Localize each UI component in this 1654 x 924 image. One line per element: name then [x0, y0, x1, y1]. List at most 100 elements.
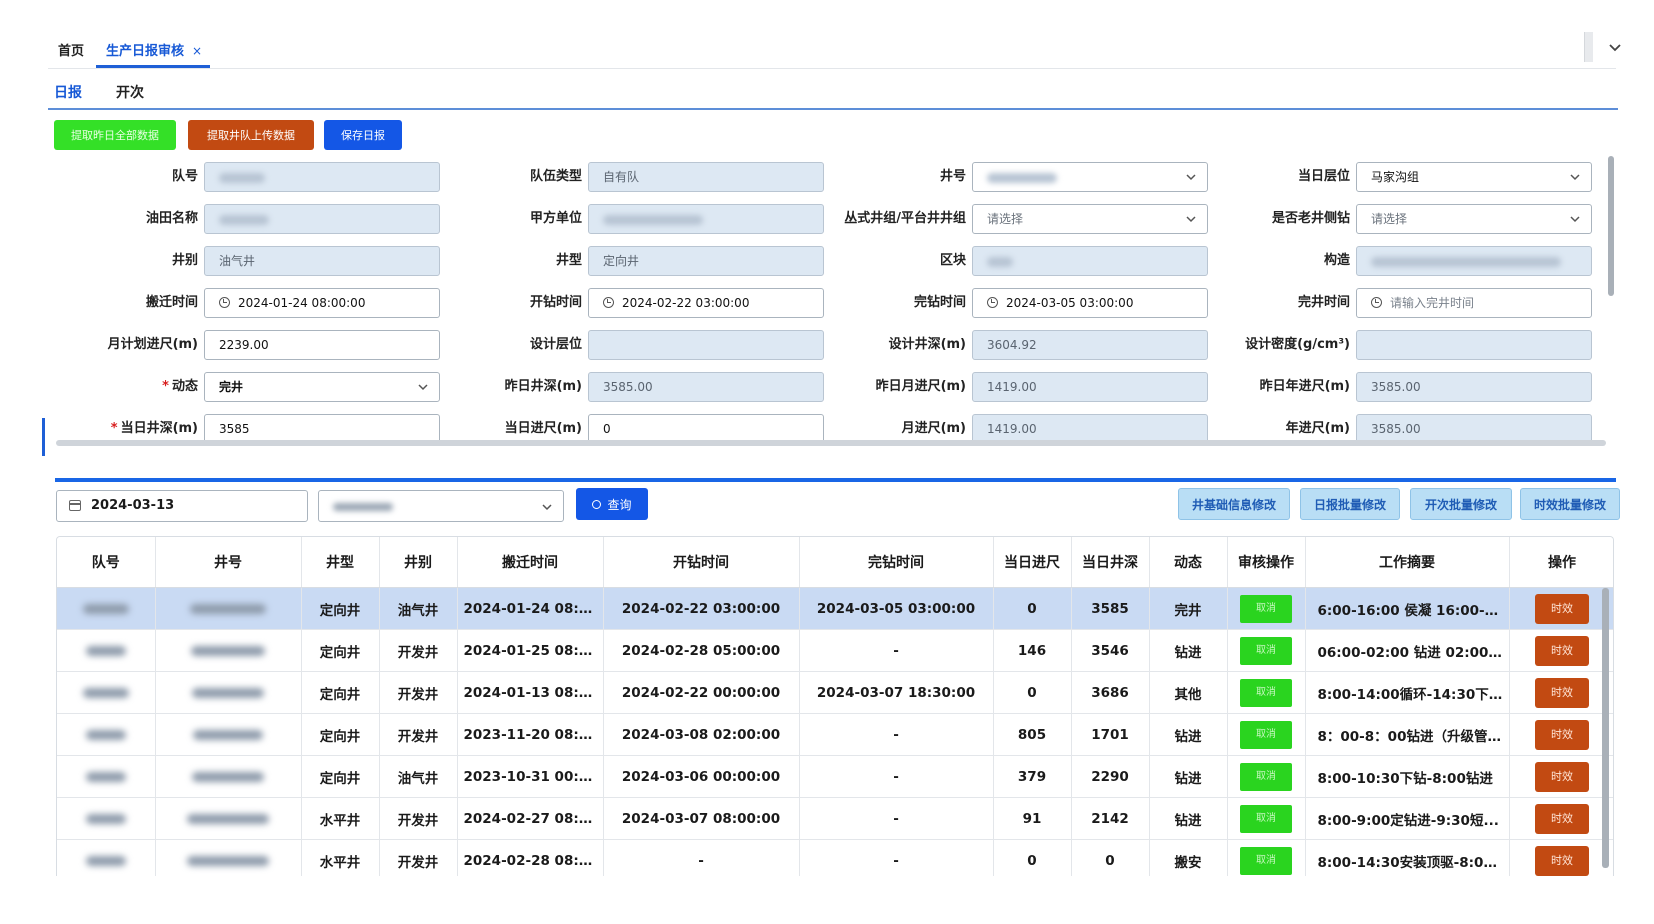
well-type-cell: 定向井 — [301, 587, 380, 630]
spud-time-label: 开钻时间 — [529, 295, 582, 310]
top-tab-bar: 首页 生产日报审核 × — [48, 28, 1621, 69]
save-report-button[interactable]: 保存日报 — [324, 120, 402, 150]
form-horizontal-scrollbar[interactable] — [56, 440, 1606, 446]
design-depth-field: 3604.92 — [972, 330, 1208, 360]
column-header: 工作摘要 — [1305, 537, 1510, 588]
table-row[interactable]: 水平井 开发井 2024-02-27 08:0... 2024-03-07 08… — [57, 797, 1613, 840]
cluster-group-label: 丛式井组/平台井井组 — [844, 211, 966, 226]
tab-bar-divider — [1584, 32, 1593, 62]
depth-cell: 3546 — [1071, 629, 1150, 672]
status-select[interactable]: 完井 — [204, 372, 440, 402]
move-time-picker[interactable]: 2024-01-24 08:00:00 — [204, 288, 440, 318]
tab-open-times[interactable]: 开次 — [116, 82, 144, 102]
extract-team-upload-button[interactable]: 提取井队上传数据 — [188, 120, 314, 150]
spud-time-picker[interactable]: 2024-02-22 03:00:00 — [588, 288, 824, 318]
prev-year-field: 3585.00 — [1356, 372, 1592, 402]
layer-today-select[interactable]: 马家沟组 — [1356, 162, 1592, 192]
well-type-cell: 定向井 — [301, 629, 380, 672]
spud-time-cell: 2024-02-22 03:00:00 — [603, 587, 800, 630]
cancel-review-button[interactable]: 取消 — [1240, 762, 1292, 791]
team-no-cell — [57, 713, 156, 756]
column-header: 当日井深 — [1071, 537, 1150, 588]
tab-production-report-review[interactable]: 生产日报审核 × — [95, 40, 211, 68]
clock-icon — [603, 297, 614, 308]
status-label: * 动态 — [162, 379, 198, 394]
table-scrollbar[interactable] — [1602, 588, 1609, 868]
month-plan-input[interactable]: 2239.00 — [204, 330, 440, 360]
finish-time-cell: - — [799, 839, 994, 876]
form-scrollbar[interactable] — [1608, 156, 1614, 296]
footage-cell: 805 — [993, 713, 1072, 756]
review-cell: 取消 — [1227, 713, 1306, 756]
column-header: 当日进尺 — [993, 537, 1072, 588]
team-no-label: 队号 — [171, 169, 198, 184]
cancel-review-button[interactable]: 取消 — [1240, 594, 1292, 623]
move-time-cell: 2024-01-13 08:0... — [457, 671, 604, 714]
old-well-side-select[interactable]: 请选择 — [1356, 204, 1592, 234]
completion-time-picker[interactable]: 请输入完井时间 — [1356, 288, 1592, 318]
efficiency-batch-edit-button[interactable]: 时效批量修改 — [1520, 488, 1620, 520]
depth-cell: 0 — [1071, 839, 1150, 876]
spud-time-cell: - — [603, 839, 800, 876]
cluster-group-select[interactable]: 请选择 — [972, 204, 1208, 234]
well-no-select[interactable] — [972, 162, 1208, 192]
tab-home[interactable]: 首页 — [58, 40, 84, 59]
team-filter-select[interactable] — [318, 490, 564, 522]
efficiency-button[interactable]: 时效 — [1535, 803, 1589, 834]
team-no-cell — [57, 755, 156, 798]
table-row[interactable]: 定向井 开发井 2024-01-13 08:0... 2024-02-22 00… — [57, 671, 1613, 714]
summary-cell: 8:00-9:00定钻进-9:30短... — [1305, 797, 1510, 840]
table-row[interactable]: 定向井 油气井 2024-01-24 08:0... 2024-02-22 03… — [57, 587, 1613, 630]
clock-icon — [219, 297, 230, 308]
finish-time-cell: - — [799, 797, 994, 840]
depth-cell: 2290 — [1071, 755, 1150, 798]
cancel-review-button[interactable]: 取消 — [1240, 720, 1292, 749]
move-time-label: 搬迁时间 — [145, 295, 198, 310]
efficiency-button[interactable]: 时效 — [1535, 719, 1589, 750]
table-row[interactable]: 定向井 油气井 2023-10-31 00:0... 2024-03-06 00… — [57, 755, 1613, 798]
design-layer-label: 设计层位 — [529, 337, 582, 352]
team-no-cell — [57, 671, 156, 714]
spud-time-cell: 2024-03-08 02:00:00 — [603, 713, 800, 756]
chevron-down-icon[interactable] — [1606, 38, 1624, 56]
tab-label: 生产日报审核 — [106, 44, 185, 59]
block-label: 区块 — [939, 253, 966, 268]
finish-drill-time-picker[interactable]: 2024-03-05 03:00:00 — [972, 288, 1208, 318]
open-batch-edit-button[interactable]: 开次批量修改 — [1410, 488, 1512, 520]
table-row[interactable]: 定向井 开发井 2024-01-25 08:0... 2024-02-28 05… — [57, 629, 1613, 672]
efficiency-button[interactable]: 时效 — [1535, 677, 1589, 708]
cancel-review-button[interactable]: 取消 — [1240, 678, 1292, 707]
efficiency-button[interactable]: 时效 — [1535, 761, 1589, 792]
spud-time-cell: 2024-02-22 00:00:00 — [603, 671, 800, 714]
design-depth-label: 设计井深(m) — [888, 337, 966, 352]
query-button[interactable]: 查询 — [576, 488, 648, 520]
layer-today-value: 马家沟组 — [1371, 170, 1420, 184]
date-picker[interactable]: 2024-03-13 — [56, 490, 308, 522]
cancel-review-button[interactable]: 取消 — [1240, 846, 1292, 875]
column-header: 井型 — [301, 537, 380, 588]
tab-daily-report[interactable]: 日报 — [54, 82, 82, 102]
status-cell: 钻进 — [1149, 797, 1228, 840]
finish-drill-time-label: 完钻时间 — [913, 295, 966, 310]
close-icon[interactable]: × — [192, 44, 202, 58]
finish-time-cell: 2024-03-05 03:00:00 — [799, 587, 994, 630]
extract-prev-day-button[interactable]: 提取昨日全部数据 — [54, 120, 176, 150]
well-type-cell: 定向井 — [301, 671, 380, 714]
efficiency-button[interactable]: 时效 — [1535, 845, 1589, 876]
cancel-review-button[interactable]: 取消 — [1240, 636, 1292, 665]
efficiency-button[interactable]: 时效 — [1535, 635, 1589, 666]
table-row[interactable]: 定向井 开发井 2023-11-20 08:0... 2024-03-08 02… — [57, 713, 1613, 756]
report-batch-edit-button[interactable]: 日报批量修改 — [1300, 488, 1400, 520]
depth-cell: 3686 — [1071, 671, 1150, 714]
depth-cell: 1701 — [1071, 713, 1150, 756]
well-info-edit-button[interactable]: 井基础信息修改 — [1178, 488, 1290, 520]
spud-time-cell: 2024-03-06 00:00:00 — [603, 755, 800, 798]
footage-cell: 0 — [993, 587, 1072, 630]
footage-cell: 0 — [993, 839, 1072, 876]
table-row[interactable]: 水平井 开发井 2024-02-28 08:0... - - 0 0 搬安 取消… — [57, 839, 1613, 876]
well-no-cell — [155, 755, 302, 798]
operation-cell: 时效 — [1509, 587, 1613, 630]
summary-cell: 8：00-8：00钻进（升级管... — [1305, 713, 1510, 756]
cancel-review-button[interactable]: 取消 — [1240, 804, 1292, 833]
efficiency-button[interactable]: 时效 — [1535, 593, 1589, 624]
